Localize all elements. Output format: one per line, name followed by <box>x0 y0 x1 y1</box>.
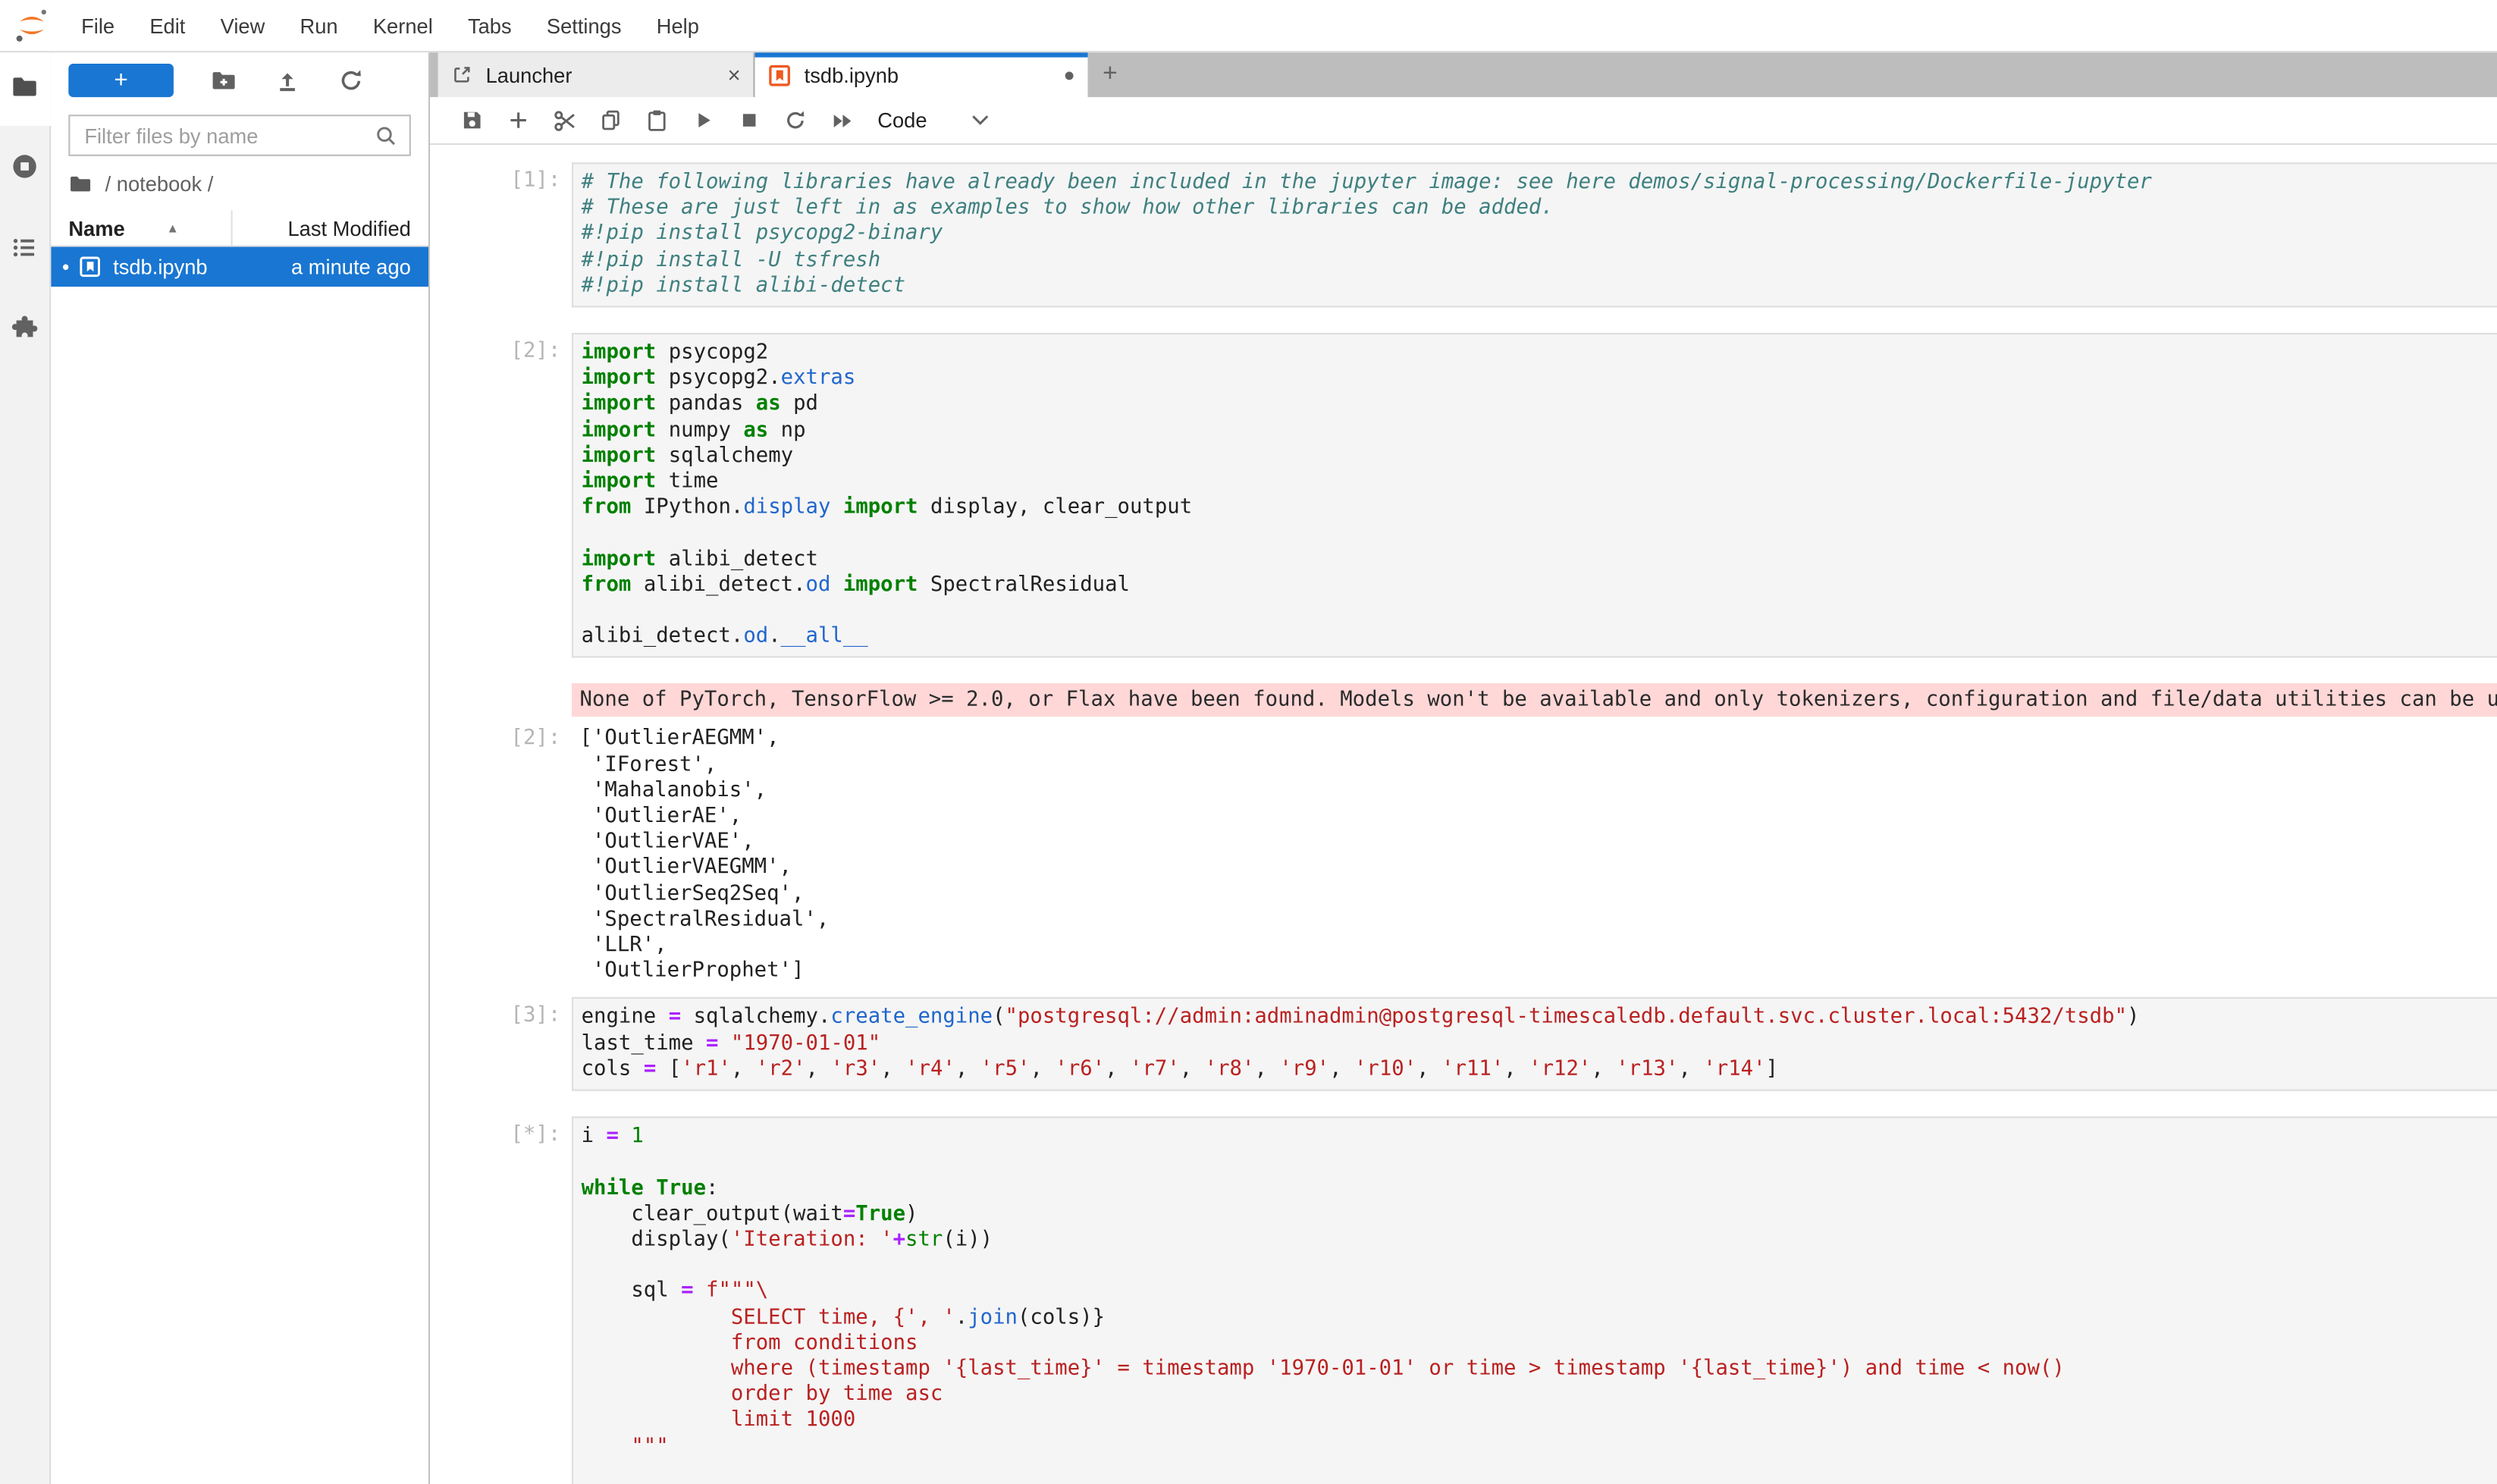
cell-prompt: [2]: <box>430 333 572 658</box>
menu-help[interactable]: Help <box>639 14 717 38</box>
plus-icon: + <box>1103 61 1118 89</box>
copy-cells-button[interactable] <box>588 101 634 139</box>
menu-bar-items: FileEditViewRunKernelTabsSettingsHelp <box>64 14 717 38</box>
file-browser-toolbar: + <box>51 52 428 97</box>
add-cell-button[interactable] <box>495 101 541 139</box>
code-cell: [1]:# The following libraries have alrea… <box>430 162 2497 307</box>
filter-files-box <box>68 115 411 156</box>
stop-icon <box>737 108 761 133</box>
file-row[interactable]: • tsdb.ipynba minute ago <box>51 247 428 287</box>
file-listing: • tsdb.ipynba minute ago <box>51 247 428 287</box>
cell-editor[interactable]: # The following libraries have already b… <box>572 162 2497 307</box>
menu-view[interactable]: View <box>202 14 282 38</box>
code-cell: [*]:i = 1 while True: clear_output(wait=… <box>430 1117 2497 1484</box>
file-listing-header: Name ▲ Last Modified <box>51 210 428 246</box>
column-header-name[interactable]: Name ▲ <box>51 216 231 240</box>
table-of-contents-icon[interactable] <box>11 234 39 262</box>
notebook: [1]:# The following libraries have alrea… <box>430 145 2497 1484</box>
paste-cells-button[interactable] <box>634 101 680 139</box>
cell-prompt: [2]: <box>430 720 572 985</box>
home-folder-icon <box>68 172 93 196</box>
menu-tabs[interactable]: Tabs <box>450 14 529 38</box>
cell-output: [2]:['OutlierAEGMM', 'IForest', 'Mahalan… <box>430 720 2497 985</box>
unsaved-changes-icon: ● <box>1063 64 1074 86</box>
restart-icon <box>783 108 808 133</box>
menu-edit[interactable]: Edit <box>132 14 202 38</box>
warning-banner: None of PyTorch, TensorFlow >= 2.0, or F… <box>572 684 2497 717</box>
fast-forward-icon <box>829 108 855 133</box>
sort-ascending-icon: ▲ <box>166 221 179 235</box>
search-icon <box>375 124 399 148</box>
breadcrumb-path: / notebook / <box>105 172 214 196</box>
menu-run[interactable]: Run <box>282 14 355 38</box>
menu-settings[interactable]: Settings <box>529 14 639 38</box>
tab-notebook[interactable]: tsdb.ipynb ● <box>755 52 1088 97</box>
launcher-icon <box>450 64 472 86</box>
refresh-icon[interactable] <box>337 67 365 94</box>
dock-tab-bar: Launcher × tsdb.ipynb ● + <box>430 52 2497 97</box>
cell-editor[interactable]: engine = sqlalchemy.create_engine("postg… <box>572 998 2497 1091</box>
close-icon[interactable]: × <box>727 62 740 88</box>
file-browser-panel: + <box>51 52 430 1484</box>
save-button[interactable] <box>449 101 495 139</box>
tab-label: tsdb.ipynb <box>805 63 899 87</box>
copy-icon <box>599 108 623 133</box>
output-text: ['OutlierAEGMM', 'IForest', 'Mahalanobis… <box>572 720 2497 985</box>
cell-prompt <box>430 684 572 717</box>
add-icon <box>507 108 531 133</box>
cut-icon <box>552 108 578 133</box>
cut-cells-button[interactable] <box>541 101 588 139</box>
new-folder-icon[interactable] <box>210 67 237 94</box>
paste-icon <box>645 108 670 133</box>
cell-editor[interactable]: i = 1 while True: clear_output(wait=True… <box>572 1117 2497 1484</box>
cell-type-dropdown[interactable]: Code <box>877 108 989 133</box>
notebook-tab-icon <box>767 63 792 87</box>
new-tab-button[interactable]: + <box>1088 52 1133 97</box>
breadcrumb[interactable]: / notebook / <box>68 172 411 196</box>
save-icon <box>460 108 485 133</box>
menu-bar: FileEditViewRunKernelTabsSettingsHelp <box>0 0 2497 52</box>
notebook-file-icon <box>78 255 102 279</box>
menu-kernel[interactable]: Kernel <box>356 14 450 38</box>
notebook-toolbar: Code <box>430 97 2497 145</box>
code-cell: [3]:engine = sqlalchemy.create_engine("p… <box>430 998 2497 1091</box>
tab-launcher[interactable]: Launcher × <box>438 52 755 97</box>
cell-prompt: [*]: <box>430 1117 572 1484</box>
cell-prompt: [1]: <box>430 162 572 307</box>
upload-icon[interactable] <box>274 67 301 94</box>
jupyterlab-window: FileEditViewRunKernelTabsSettingsHelp <box>0 0 2497 1484</box>
file-browser-icon[interactable] <box>11 74 39 101</box>
extensions-icon[interactable] <box>11 314 39 341</box>
main-dock-panel: Launcher × tsdb.ipynb ● + <box>430 52 2497 1484</box>
activity-bar <box>0 52 51 1484</box>
run-cell-button[interactable] <box>680 101 726 139</box>
column-header-last-modified[interactable]: Last Modified <box>231 210 428 245</box>
file-last-modified: a minute ago <box>208 255 428 279</box>
menu-file[interactable]: File <box>64 14 132 38</box>
chevron-down-icon <box>971 115 989 126</box>
running-sessions-icon[interactable] <box>11 153 39 180</box>
jupyter-logo-icon <box>13 6 51 44</box>
filter-files-input[interactable] <box>81 122 374 149</box>
interrupt-kernel-button[interactable] <box>726 101 773 139</box>
stderr-output: None of PyTorch, TensorFlow >= 2.0, or F… <box>430 684 2497 717</box>
run-icon <box>692 108 716 133</box>
file-dirty-indicator: • <box>62 256 78 277</box>
plus-icon: + <box>114 68 127 93</box>
file-name: tsdb.ipynb <box>113 255 207 279</box>
code-cell: [2]:import psycopg2import psycopg2.extra… <box>430 333 2497 658</box>
cell-prompt: [3]: <box>430 998 572 1091</box>
cell-editor[interactable]: import psycopg2import psycopg2.extrasimp… <box>572 333 2497 658</box>
tab-label: Launcher <box>486 63 572 87</box>
new-launcher-button[interactable]: + <box>68 64 174 97</box>
restart-run-all-button[interactable] <box>819 101 865 139</box>
restart-kernel-button[interactable] <box>773 101 819 139</box>
cell-type-value: Code <box>877 108 927 133</box>
